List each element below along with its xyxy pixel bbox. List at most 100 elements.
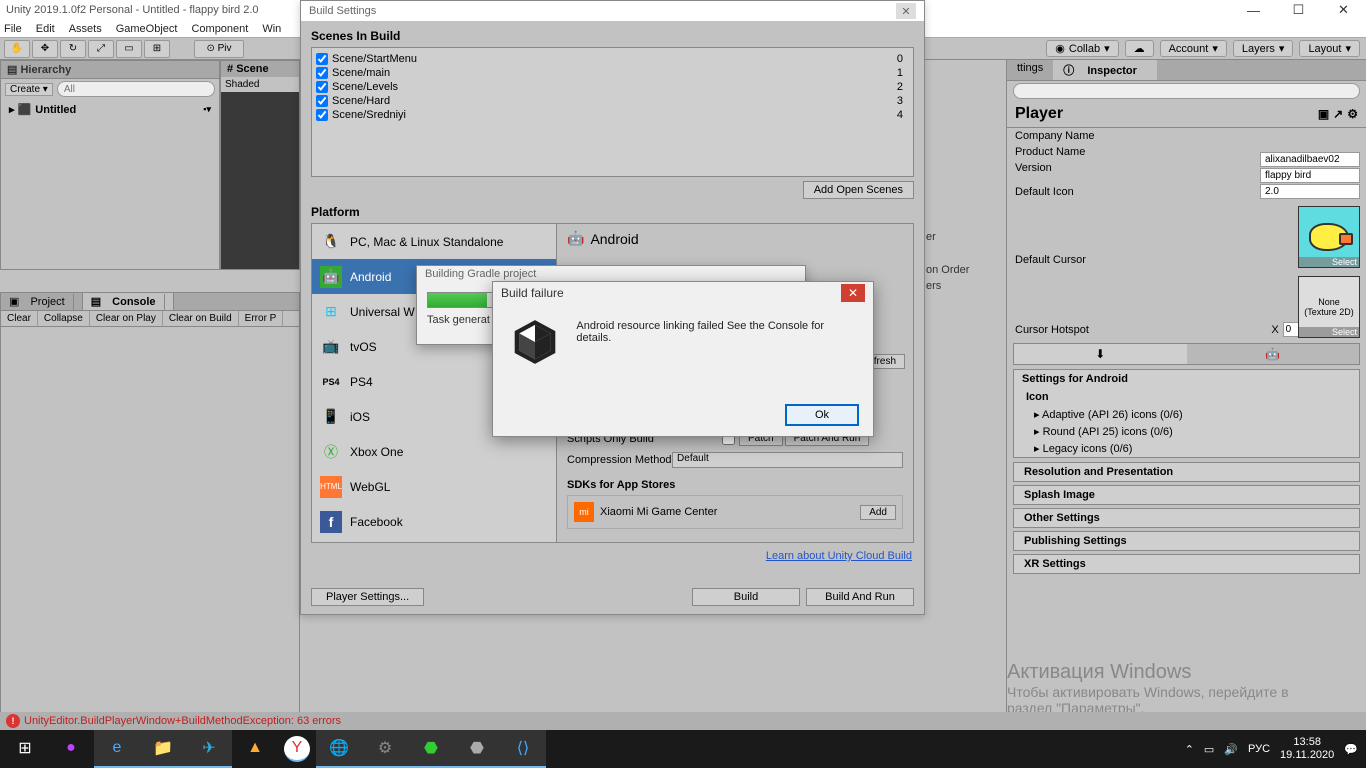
tray-notifications-icon[interactable]: 💬	[1344, 743, 1358, 756]
maximize-icon[interactable]: ☐	[1276, 0, 1321, 20]
hierarchy-search-input[interactable]	[57, 81, 215, 97]
platform-tab-android[interactable]: 🤖	[1187, 344, 1360, 364]
round-icons-foldout[interactable]: ▸ Round (API 25) icons (0/6)	[1014, 423, 1359, 440]
build-and-run-button[interactable]: Build And Run	[806, 588, 914, 606]
status-bar[interactable]: ! UnityEditor.BuildPlayerWindow+BuildMet…	[0, 712, 1366, 730]
task-unity[interactable]: ⬣	[408, 730, 454, 768]
platform-standalone[interactable]: 🐧PC, Mac & Linux Standalone	[312, 224, 556, 259]
platform-facebook[interactable]: fFacebook	[312, 504, 556, 539]
rect-tool-icon[interactable]: ▭	[116, 40, 142, 58]
publishing-section[interactable]: Publishing Settings	[1013, 531, 1360, 551]
tray-lang[interactable]: РУС	[1248, 743, 1270, 755]
transform-tool-icon[interactable]: ⊞	[144, 40, 170, 58]
task-explorer[interactable]: 📁	[140, 730, 186, 768]
other-settings-section[interactable]: Other Settings	[1013, 508, 1360, 528]
player-header: Player ▣↗⚙	[1007, 101, 1366, 128]
scene-item[interactable]: Scene/Sredniyi4	[316, 108, 909, 122]
task-yandex[interactable]: Y	[284, 736, 310, 762]
menu-assets[interactable]: Assets	[69, 23, 102, 35]
hierarchy-tab[interactable]: ▤ Hierarchy	[1, 61, 219, 79]
clear-button[interactable]: Clear	[1, 311, 38, 326]
icon-section[interactable]: Icon	[1014, 388, 1359, 406]
resolution-section[interactable]: Resolution and Presentation	[1013, 462, 1360, 482]
inspector-search-input[interactable]	[1013, 83, 1360, 99]
default-cursor-preview[interactable]: None(Texture 2D)Select	[1298, 276, 1360, 338]
add-open-scenes-button[interactable]: Add Open Scenes	[803, 181, 914, 199]
ok-button[interactable]: Ok	[785, 404, 859, 426]
tray-clock[interactable]: 13:5819.11.2020	[1280, 736, 1334, 762]
task-chrome[interactable]: 🌐	[316, 730, 362, 768]
collapse-button[interactable]: Collapse	[38, 311, 90, 326]
xr-section[interactable]: XR Settings	[1013, 554, 1360, 574]
settings-tab[interactable]: ttings	[1007, 60, 1053, 80]
scene-item[interactable]: Scene/Hard3	[316, 94, 909, 108]
close-icon[interactable]: ✕	[1321, 0, 1366, 20]
menu-edit[interactable]: Edit	[36, 23, 55, 35]
version-field[interactable]: 2.0	[1260, 184, 1360, 199]
clear-build-button[interactable]: Clear on Build	[163, 311, 239, 326]
pivot-toggle[interactable]: ⊙ Piv	[194, 40, 244, 58]
scene-tab[interactable]: # Scene	[221, 61, 299, 77]
cloud-icon[interactable]: ☁	[1125, 40, 1154, 57]
menu-component[interactable]: Component	[191, 23, 248, 35]
compression-dropdown[interactable]: Default	[672, 452, 903, 468]
task-vscode[interactable]: ⟨⟩	[500, 730, 546, 768]
rotate-tool-icon[interactable]: ↻	[60, 40, 86, 58]
create-dropdown[interactable]: Create ▾	[5, 83, 53, 96]
collab-dropdown[interactable]: ◉ Collab ▾	[1046, 40, 1118, 57]
build-button[interactable]: Build	[692, 588, 800, 606]
menu-icon[interactable]: ⚙	[1347, 107, 1358, 121]
layout-dropdown[interactable]: Layout ▾	[1299, 40, 1360, 57]
inspector-tab[interactable]: ⓘ Inspector	[1053, 60, 1157, 80]
company-field[interactable]: alixanadilbaev02	[1260, 152, 1360, 167]
menu-gameobject[interactable]: GameObject	[116, 23, 178, 35]
clear-play-button[interactable]: Clear on Play	[90, 311, 163, 326]
task-unity-hub[interactable]: ⬣	[454, 730, 500, 768]
error-message: Android resource linking failed See the …	[576, 314, 859, 370]
adaptive-icons-foldout[interactable]: ▸ Adaptive (API 26) icons (0/6)	[1014, 406, 1359, 423]
build-close-icon[interactable]: ✕	[896, 3, 916, 19]
account-dropdown[interactable]: Account ▾	[1160, 40, 1227, 57]
xiaomi-icon: mi	[574, 502, 594, 522]
legacy-icons-foldout[interactable]: ▸ Legacy icons (0/6)	[1014, 440, 1359, 457]
layers-dropdown[interactable]: Layers ▾	[1233, 40, 1294, 57]
settings-icon[interactable]: ↗	[1333, 107, 1343, 121]
product-field[interactable]: flappy bird	[1260, 168, 1360, 183]
move-tool-icon[interactable]: ✥	[32, 40, 58, 58]
task-edge[interactable]: e	[94, 730, 140, 768]
error-icon: !	[6, 714, 20, 728]
unity-logo-icon	[507, 314, 562, 370]
task-alice[interactable]: ●	[48, 730, 94, 768]
menu-window[interactable]: Win	[262, 23, 281, 35]
platform-xbox[interactable]: ⓍXbox One	[312, 434, 556, 469]
task-telegram[interactable]: ✈	[186, 730, 232, 768]
tray-volume-icon[interactable]: 🔊	[1224, 743, 1238, 756]
menu-file[interactable]: File	[4, 23, 22, 35]
scene-item[interactable]: Scene/main1	[316, 66, 909, 80]
hierarchy-scene-item[interactable]: ▸ ⬛ Untitled ▪▾	[9, 103, 211, 116]
start-button[interactable]: ⊞	[2, 730, 48, 768]
version-label: Version	[1015, 162, 1155, 174]
platform-tab-standalone[interactable]: ⬇	[1014, 344, 1187, 364]
scale-tool-icon[interactable]: ⤢	[88, 40, 114, 58]
minimize-icon[interactable]: —	[1231, 0, 1276, 20]
console-tab[interactable]: ▤ Console	[83, 293, 174, 310]
scene-item[interactable]: Scene/Levels2	[316, 80, 909, 94]
platform-webgl[interactable]: HTMLWebGL	[312, 469, 556, 504]
cloud-build-link[interactable]: Learn about Unity Cloud Build	[766, 550, 912, 562]
task-settings[interactable]: ⚙	[362, 730, 408, 768]
add-sdk-button[interactable]: Add	[860, 505, 896, 520]
error-pause-button[interactable]: Error P	[239, 311, 284, 326]
splash-section[interactable]: Splash Image	[1013, 485, 1360, 505]
tray-battery-icon[interactable]: ▭	[1204, 743, 1214, 756]
scene-shading[interactable]: Shaded	[221, 77, 299, 92]
help-icon[interactable]: ▣	[1318, 107, 1329, 121]
player-settings-button[interactable]: Player Settings...	[311, 588, 424, 606]
task-aimp[interactable]: ▲	[232, 730, 278, 768]
project-tab[interactable]: ▣ Project	[1, 293, 83, 310]
hand-tool-icon[interactable]: ✋	[4, 40, 30, 58]
error-close-icon[interactable]: ✕	[841, 284, 865, 302]
default-icon-preview[interactable]: Select	[1298, 206, 1360, 268]
tray-chevron-icon[interactable]: ⌃	[1185, 743, 1194, 756]
scene-item[interactable]: Scene/StartMenu0	[316, 52, 909, 66]
